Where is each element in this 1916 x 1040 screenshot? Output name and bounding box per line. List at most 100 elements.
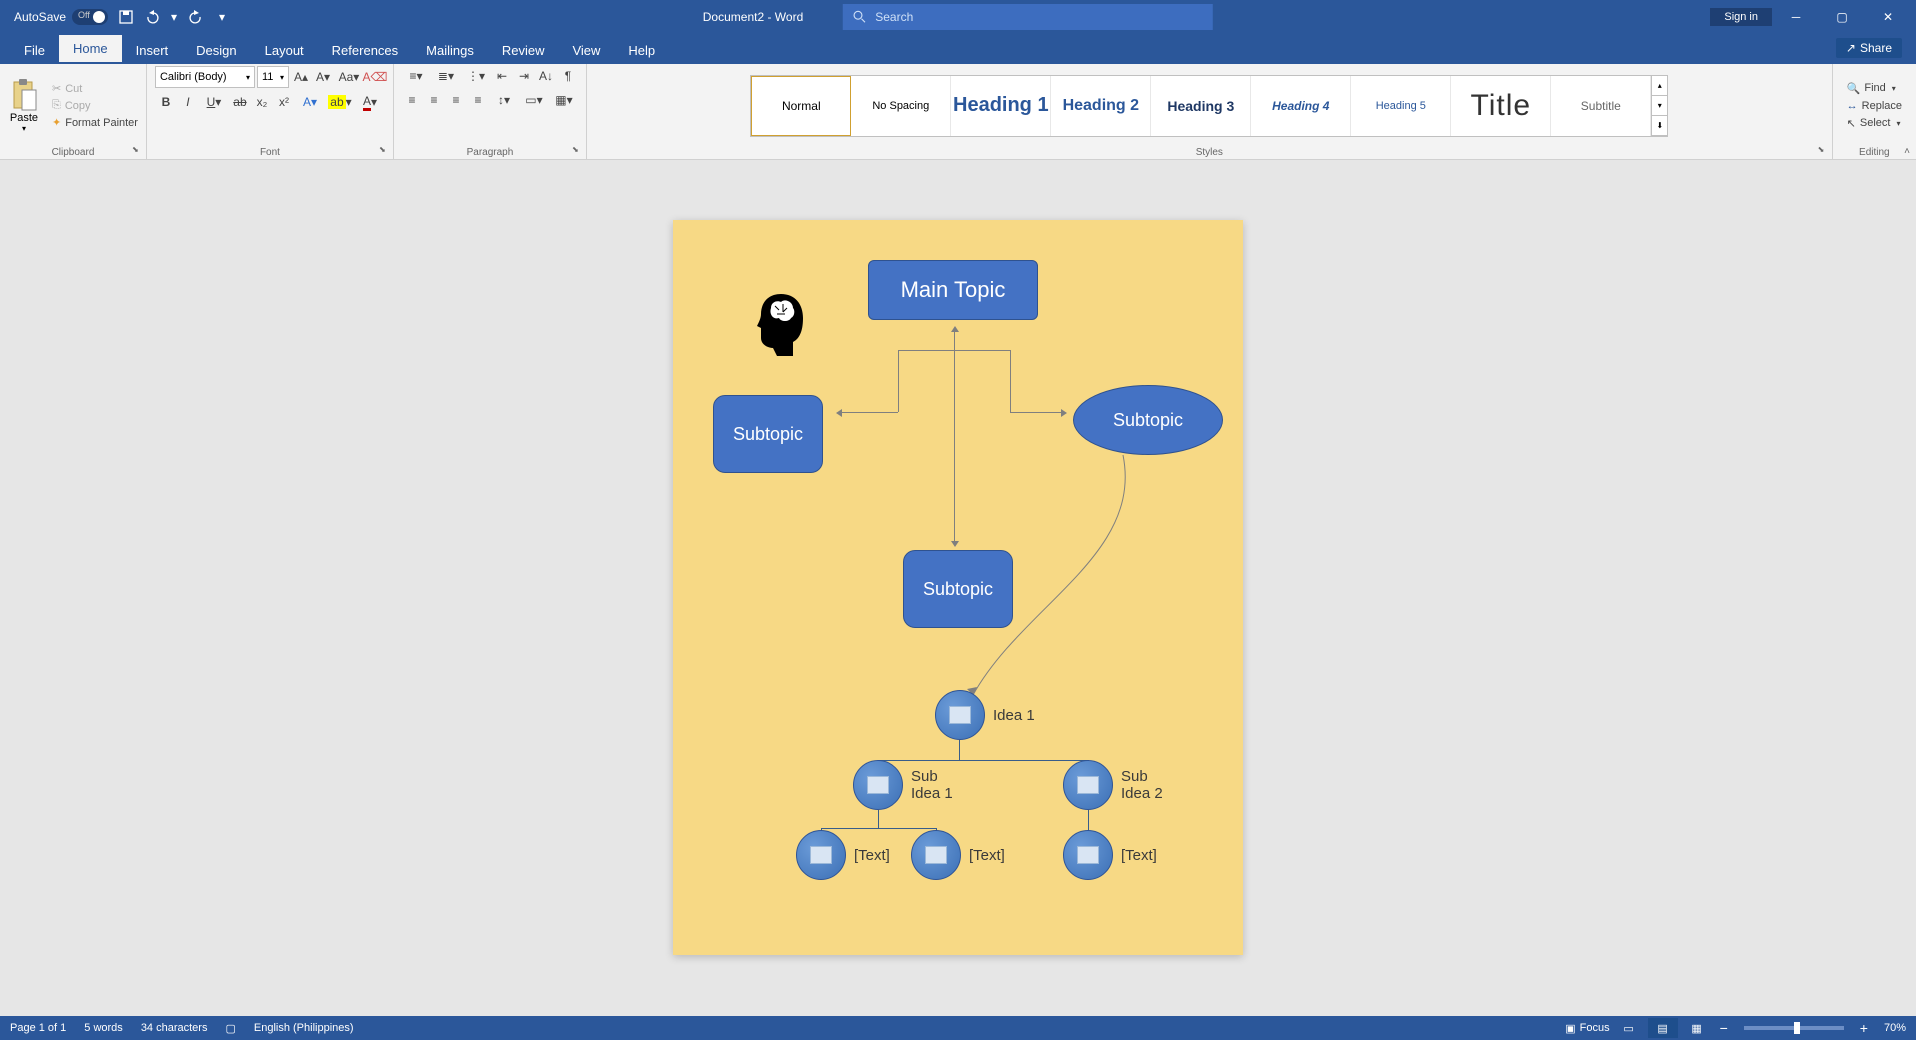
shape-main-topic[interactable]: Main Topic bbox=[868, 260, 1038, 320]
style-heading4[interactable]: Heading 4 bbox=[1251, 76, 1351, 136]
style-no-spacing[interactable]: No Spacing bbox=[851, 76, 951, 136]
borders-button[interactable]: ▦▾ bbox=[550, 90, 578, 110]
connector[interactable] bbox=[954, 350, 955, 545]
zoom-value[interactable]: 70% bbox=[1884, 1022, 1906, 1034]
line-spacing-button[interactable]: ↕▾ bbox=[490, 90, 518, 110]
style-heading3[interactable]: Heading 3 bbox=[1151, 76, 1251, 136]
tab-references[interactable]: References bbox=[318, 37, 412, 64]
bullets-button[interactable]: ≡▾ bbox=[402, 66, 430, 86]
search-input[interactable] bbox=[875, 10, 1203, 24]
smartart-sub2[interactable]: Sub Idea 2 bbox=[1063, 760, 1181, 810]
font-name-combo[interactable]: Calibri (Body)▾ bbox=[155, 66, 255, 88]
restore-button[interactable]: ▢ bbox=[1820, 0, 1864, 34]
font-launcher[interactable]: ⬊ bbox=[379, 145, 391, 157]
connector[interactable] bbox=[1010, 412, 1065, 413]
connector[interactable] bbox=[838, 412, 898, 413]
collapse-ribbon-button[interactable]: ˄ bbox=[1904, 146, 1910, 157]
connector[interactable] bbox=[1010, 350, 1011, 412]
tab-layout[interactable]: Layout bbox=[251, 37, 318, 64]
clipboard-launcher[interactable]: ⬊ bbox=[132, 145, 144, 157]
style-heading1[interactable]: Heading 1 bbox=[951, 76, 1051, 136]
bold-button[interactable]: B bbox=[156, 92, 176, 112]
align-left-button[interactable]: ≡ bbox=[402, 90, 422, 110]
smartart-text1[interactable]: [Text] bbox=[796, 830, 890, 880]
align-center-button[interactable]: ≡ bbox=[424, 90, 444, 110]
status-chars[interactable]: 34 characters bbox=[141, 1022, 208, 1034]
autosave-toggle[interactable]: AutoSave Off bbox=[14, 9, 108, 25]
connector[interactable] bbox=[954, 328, 955, 350]
status-words[interactable]: 5 words bbox=[84, 1022, 123, 1034]
font-size-combo[interactable]: 11▾ bbox=[257, 66, 289, 88]
paste-button[interactable]: Paste ▾ bbox=[4, 71, 44, 141]
style-heading5[interactable]: Heading 5 bbox=[1351, 76, 1451, 136]
tab-home[interactable]: Home bbox=[59, 35, 122, 64]
sort-button[interactable]: A↓ bbox=[536, 66, 556, 86]
subscript-button[interactable]: x₂ bbox=[252, 92, 272, 112]
style-heading2[interactable]: Heading 2 bbox=[1051, 76, 1151, 136]
show-marks-button[interactable]: ¶ bbox=[558, 66, 578, 86]
smartart-sub1[interactable]: Sub Idea 1 bbox=[853, 760, 971, 810]
superscript-button[interactable]: x² bbox=[274, 92, 294, 112]
zoom-in-button[interactable]: + bbox=[1856, 1020, 1872, 1036]
status-language[interactable]: English (Philippines) bbox=[254, 1022, 354, 1034]
select-button[interactable]: ↖Select▾ bbox=[1843, 115, 1906, 132]
read-mode-button[interactable]: ▭ bbox=[1614, 1018, 1644, 1038]
search-box[interactable] bbox=[843, 4, 1213, 30]
underline-button[interactable]: U▾ bbox=[200, 92, 228, 112]
gallery-down[interactable]: ▾ bbox=[1652, 96, 1667, 116]
grow-font-button[interactable]: A▴ bbox=[291, 67, 311, 87]
page[interactable]: Main Topic Subtopic Subtopic Subtopic Id… bbox=[673, 220, 1243, 955]
clear-formatting-button[interactable]: A⌫ bbox=[365, 67, 385, 87]
multilevel-button[interactable]: ⋮▾ bbox=[462, 66, 490, 86]
document-area[interactable]: Main Topic Subtopic Subtopic Subtopic Id… bbox=[0, 160, 1916, 1016]
status-proofing-icon[interactable]: ▢ bbox=[225, 1022, 235, 1035]
find-button[interactable]: 🔍Find▾ bbox=[1843, 80, 1906, 97]
strikethrough-button[interactable]: ab bbox=[230, 92, 250, 112]
italic-button[interactable]: I bbox=[178, 92, 198, 112]
tab-review[interactable]: Review bbox=[488, 37, 559, 64]
align-right-button[interactable]: ≡ bbox=[446, 90, 466, 110]
smartart-text2[interactable]: [Text] bbox=[911, 830, 1005, 880]
styles-launcher[interactable]: ⬊ bbox=[1818, 145, 1830, 157]
gallery-more[interactable]: ⬇ bbox=[1652, 116, 1667, 136]
tab-help[interactable]: Help bbox=[614, 37, 669, 64]
change-case-button[interactable]: Aa▾ bbox=[335, 67, 363, 87]
paragraph-launcher[interactable]: ⬊ bbox=[572, 145, 584, 157]
increase-indent-button[interactable]: ⇥ bbox=[514, 66, 534, 86]
status-page[interactable]: Page 1 of 1 bbox=[10, 1022, 66, 1034]
undo-dropdown-icon[interactable]: ▾ bbox=[170, 9, 178, 25]
minimize-button[interactable]: ─ bbox=[1774, 0, 1818, 34]
share-button[interactable]: ↗Share bbox=[1836, 38, 1902, 58]
tab-file[interactable]: File bbox=[10, 37, 59, 64]
zoom-slider[interactable] bbox=[1744, 1026, 1844, 1030]
shape-subtopic-right[interactable]: Subtopic bbox=[1073, 385, 1223, 455]
focus-mode-button[interactable]: ▣Focus bbox=[1565, 1022, 1609, 1035]
tab-mailings[interactable]: Mailings bbox=[412, 37, 488, 64]
head-brain-icon[interactable] bbox=[753, 290, 809, 358]
undo-icon[interactable] bbox=[144, 9, 160, 25]
tab-insert[interactable]: Insert bbox=[122, 37, 183, 64]
zoom-out-button[interactable]: − bbox=[1716, 1020, 1732, 1036]
justify-button[interactable]: ≡ bbox=[468, 90, 488, 110]
highlight-button[interactable]: ab▾ bbox=[326, 92, 354, 112]
redo-icon[interactable] bbox=[188, 9, 204, 25]
smartart-idea1[interactable]: Idea 1 bbox=[935, 690, 1035, 740]
close-button[interactable]: ✕ bbox=[1866, 0, 1910, 34]
tab-design[interactable]: Design bbox=[182, 37, 250, 64]
web-layout-button[interactable]: ▦ bbox=[1682, 1018, 1712, 1038]
print-layout-button[interactable]: ▤ bbox=[1648, 1018, 1678, 1038]
shrink-font-button[interactable]: A▾ bbox=[313, 67, 333, 87]
connector-curve[interactable] bbox=[963, 455, 1163, 705]
save-icon[interactable] bbox=[118, 9, 134, 25]
numbering-button[interactable]: ≣▾ bbox=[432, 66, 460, 86]
decrease-indent-button[interactable]: ⇤ bbox=[492, 66, 512, 86]
gallery-up[interactable]: ▴ bbox=[1652, 76, 1667, 96]
tab-view[interactable]: View bbox=[558, 37, 614, 64]
font-color-button[interactable]: A▾ bbox=[356, 92, 384, 112]
style-title[interactable]: Title bbox=[1451, 76, 1551, 136]
signin-button[interactable]: Sign in bbox=[1710, 8, 1772, 26]
style-normal[interactable]: Normal bbox=[751, 76, 851, 136]
shading-button[interactable]: ▭▾ bbox=[520, 90, 548, 110]
text-effects-button[interactable]: A▾ bbox=[296, 92, 324, 112]
cut-button[interactable]: ✂Cut bbox=[48, 81, 142, 96]
